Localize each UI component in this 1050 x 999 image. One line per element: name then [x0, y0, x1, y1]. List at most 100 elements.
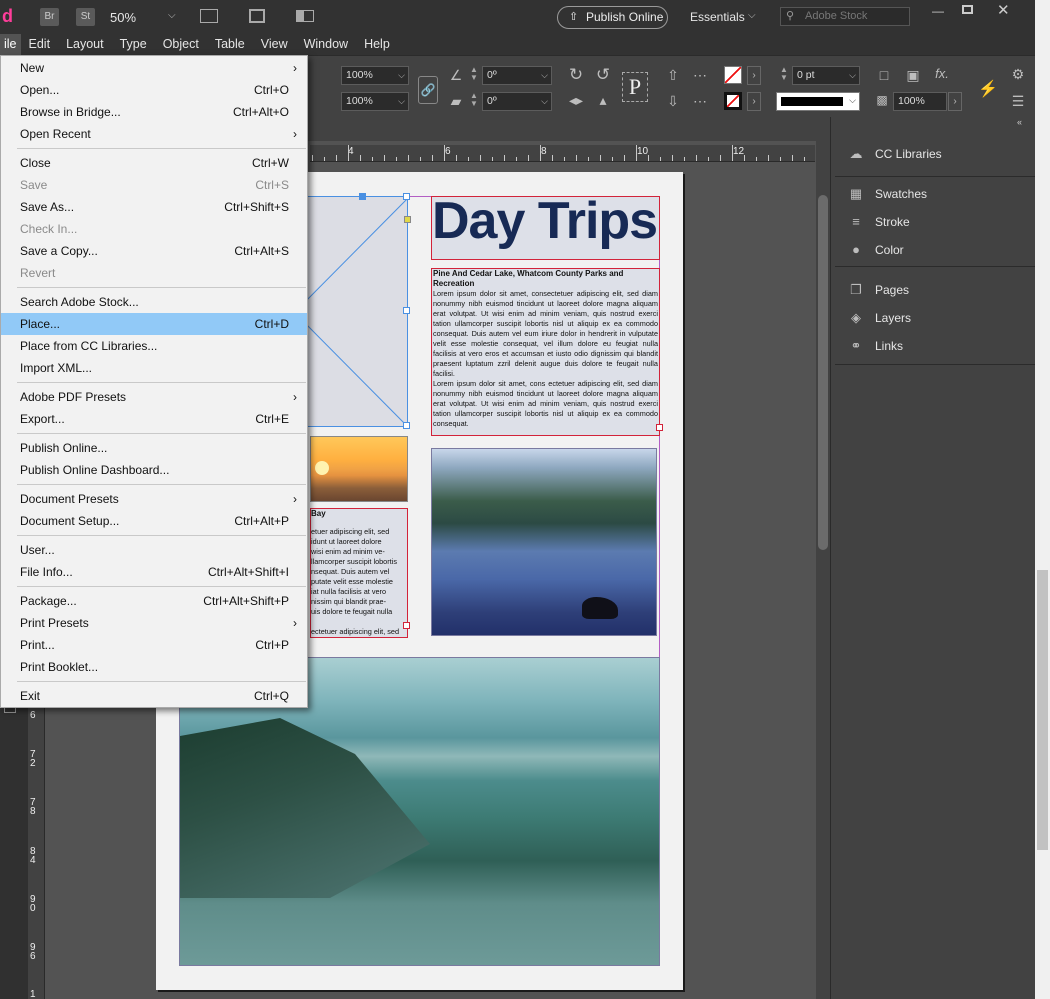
flip-vertical-icon[interactable]: ▴ — [593, 92, 613, 109]
arrange-documents-icon[interactable] — [296, 10, 314, 22]
menu-item-package[interactable]: Package... Ctrl+Alt+Shift+P — [1, 590, 307, 612]
effects-icon[interactable]: fx. — [932, 66, 952, 81]
menu-item-save-as[interactable]: Save As... Ctrl+Shift+S — [1, 196, 307, 218]
panel-links[interactable]: ⚭ Links — [847, 339, 903, 354]
scrollbar-thumb[interactable] — [818, 195, 828, 550]
chevron-down-icon[interactable]: ⌵ — [748, 10, 756, 21]
menu-object[interactable]: Object — [155, 34, 207, 55]
window-scrollbar[interactable] — [1035, 0, 1050, 999]
view-options-icon[interactable] — [200, 9, 218, 23]
menu-item-user[interactable]: User... — [1, 539, 307, 561]
workspace-switcher[interactable]: Essentials — [690, 10, 745, 24]
screen-mode-icon[interactable] — [249, 9, 265, 23]
stock-search-input[interactable]: ⚲ Adobe Stock — [780, 7, 910, 26]
scale-y-field[interactable]: 100% ⌵ — [341, 92, 409, 111]
text-frame-glyph-icon[interactable]: P — [622, 72, 648, 102]
flip-horizontal-icon[interactable]: ◂▸ — [566, 92, 586, 109]
article-text-frame[interactable]: Pine And Cedar Lake, Whatcom County Park… — [431, 268, 660, 436]
bridge-button[interactable]: Br — [40, 8, 59, 26]
menu-item-document-presets[interactable]: Document Presets › — [1, 488, 307, 510]
select-content-icon[interactable]: ⇩ — [663, 93, 683, 110]
constrain-proportions-icon[interactable]: 🔗 — [418, 76, 438, 104]
publish-online-button[interactable]: ⇧ Publish Online — [557, 6, 668, 29]
panel-color[interactable]: ● Color — [847, 243, 904, 258]
menu-view[interactable]: View — [253, 34, 296, 55]
stroke-swatch-icon[interactable] — [724, 92, 742, 110]
text-overflow-port[interactable] — [403, 622, 410, 629]
menu-item-search-adobe-stock[interactable]: Search Adobe Stock... — [1, 291, 307, 313]
panel-stroke[interactable]: ≡ Stroke — [847, 215, 909, 230]
menu-item-adobe-pdf-presets[interactable]: Adobe PDF Presets › — [1, 386, 307, 408]
chevron-right-icon[interactable]: › — [948, 92, 962, 111]
menu-item-place-from-cc-libraries[interactable]: Place from CC Libraries... — [1, 335, 307, 357]
menu-item-open[interactable]: Open... Ctrl+O — [1, 79, 307, 101]
stroke-weight-field[interactable]: 0 pt ⌵ — [792, 66, 860, 85]
menu-item-print-booklet[interactable]: Print Booklet... — [1, 656, 307, 678]
menu-item-import-xml[interactable]: Import XML... — [1, 357, 307, 379]
rotate-stepper[interactable]: ▲ ▼ — [468, 66, 480, 85]
panel-pages[interactable]: ❐ Pages — [847, 283, 909, 298]
select-container-icon[interactable]: ⇧ — [663, 67, 683, 84]
stroke-type-dropdown[interactable]: ⌵ — [776, 92, 860, 111]
menu-type[interactable]: Type — [112, 34, 155, 55]
rotate-cw-icon[interactable]: ↻ — [566, 65, 586, 85]
menu-item-document-setup[interactable]: Document Setup... Ctrl+Alt+P — [1, 510, 307, 532]
shear-stepper[interactable]: ▲ ▼ — [468, 92, 480, 111]
gear-icon[interactable]: ⚙ — [1008, 66, 1028, 83]
app-logo[interactable]: d — [2, 6, 13, 27]
menu-item-new[interactable]: New › — [1, 57, 307, 79]
menu-item-publish-online[interactable]: Publish Online... — [1, 437, 307, 459]
select-next-icon[interactable]: ⋯ — [690, 93, 710, 110]
menu-item-publish-online-dashboard[interactable]: Publish Online Dashboard... — [1, 459, 307, 481]
stroke-weight-stepper[interactable]: ▲ ▼ — [778, 66, 790, 85]
scale-x-field[interactable]: 100% ⌵ — [341, 66, 409, 85]
collapse-dock-icon[interactable]: « — [1017, 117, 1022, 127]
chevron-right-icon[interactable]: › — [747, 92, 761, 111]
panel-cc-libraries[interactable]: ☁ CC Libraries — [847, 147, 942, 162]
menu-window[interactable]: Window — [296, 34, 356, 55]
menu-item-exit[interactable]: Exit Ctrl+Q — [1, 685, 307, 707]
rotate-ccw-icon[interactable]: ↺ — [593, 65, 613, 85]
fill-swatch-icon[interactable] — [724, 66, 742, 84]
menu-item-file-info[interactable]: File Info... Ctrl+Alt+Shift+I — [1, 561, 307, 583]
text-overflow-port[interactable] — [656, 424, 663, 431]
selection-handle[interactable] — [359, 193, 366, 200]
selection-handle[interactable] — [403, 422, 410, 429]
menu-item-browse-in-bridge[interactable]: Browse in Bridge... Ctrl+Alt+O — [1, 101, 307, 123]
zoom-level[interactable]: 50% — [110, 10, 136, 25]
quick-apply-icon[interactable]: ⚡ — [978, 79, 998, 99]
bay-text-frame[interactable]: Bay etuer adipiscing elit, sed idunt ut … — [310, 508, 408, 638]
chevron-down-icon[interactable]: ⌵ — [168, 10, 176, 21]
menu-layout[interactable]: Layout — [58, 34, 112, 55]
menu-item-open-recent[interactable]: Open Recent › — [1, 123, 307, 145]
menu-item-close[interactable]: Close Ctrl+W — [1, 152, 307, 174]
menu-item-export[interactable]: Export... Ctrl+E — [1, 408, 307, 430]
corner-radius-handle[interactable] — [404, 216, 411, 223]
maximize-icon[interactable] — [962, 5, 973, 14]
select-previous-icon[interactable]: ⋯ — [690, 67, 710, 84]
shear-angle-field[interactable]: 0º ⌵ — [482, 92, 552, 111]
menu-item-print[interactable]: Print... Ctrl+P — [1, 634, 307, 656]
frame-fitting-icon[interactable]: □ — [874, 67, 894, 83]
title-frame[interactable]: Day Trips — [431, 192, 660, 260]
menu-item-save-a-copy[interactable]: Save a Copy... Ctrl+Alt+S — [1, 240, 307, 262]
stock-button[interactable]: St — [76, 8, 95, 26]
menu-table[interactable]: Table — [207, 34, 253, 55]
menu-edit[interactable]: Edit — [21, 34, 59, 55]
panel-layers[interactable]: ◈ Layers — [847, 311, 911, 326]
chevron-right-icon[interactable]: › — [747, 66, 761, 85]
hamburger-menu-icon[interactable]: ☰ — [1008, 93, 1028, 110]
sunset-lake-image[interactable] — [310, 436, 408, 502]
panel-swatches[interactable]: ▦ Swatches — [847, 187, 927, 202]
menu-item-print-presets[interactable]: Print Presets › — [1, 612, 307, 634]
menu-item-place[interactable]: Place... Ctrl+D — [1, 313, 307, 335]
selection-handle[interactable] — [403, 307, 410, 314]
window-scrollbar-thumb[interactable] — [1037, 570, 1048, 850]
minimize-icon[interactable]: — — [932, 4, 946, 18]
close-icon[interactable]: ✕ — [997, 1, 1010, 19]
selection-handle[interactable] — [403, 193, 410, 200]
opacity-field[interactable]: 100% — [893, 92, 947, 111]
drop-shadow-icon[interactable]: ▣ — [903, 67, 923, 84]
menu-help[interactable]: Help — [356, 34, 398, 55]
menu-file[interactable]: ile — [0, 34, 21, 55]
